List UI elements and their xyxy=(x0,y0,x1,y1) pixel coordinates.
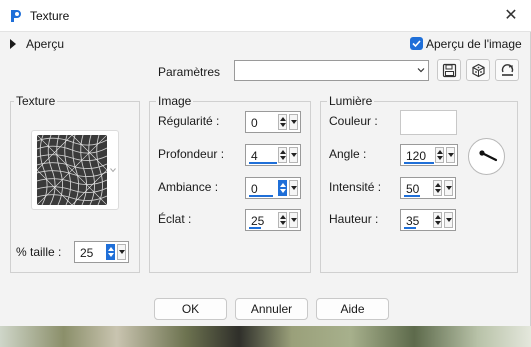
expand-triangle-icon[interactable] xyxy=(10,39,16,49)
height-spinner[interactable]: 35 xyxy=(400,209,456,231)
regularity-label: Régularité : xyxy=(158,114,220,128)
texture-thumbnail xyxy=(37,135,107,205)
value-indicator xyxy=(249,227,261,229)
preview-image-label[interactable]: Aperçu de l'image xyxy=(426,37,522,51)
texture-group-title: Texture xyxy=(14,94,58,108)
image-group-title: Image xyxy=(156,94,194,108)
intensity-label: Intensité : xyxy=(329,180,382,194)
depth-label: Profondeur : xyxy=(158,147,225,161)
shine-spinner[interactable]: 25 xyxy=(245,209,301,231)
depth-spinner[interactable]: 4 xyxy=(245,144,301,166)
chevron-down-icon xyxy=(417,68,425,73)
cube-icon xyxy=(472,63,485,78)
spin-arrows-icon[interactable] xyxy=(106,243,126,261)
window-title: Texture xyxy=(30,9,70,23)
angle-spinner[interactable]: 120 xyxy=(400,144,458,166)
save-preset-button[interactable] xyxy=(437,59,461,81)
size-value: 25 xyxy=(80,246,94,260)
check-icon xyxy=(412,40,421,48)
chevron-down-icon xyxy=(110,168,116,173)
params-dropdown[interactable] xyxy=(234,60,429,81)
value-indicator xyxy=(404,195,420,197)
preview-toggle-label[interactable]: Aperçu xyxy=(26,37,64,51)
title-bar: Texture ✕ xyxy=(0,0,531,32)
cancel-button[interactable]: Annuler xyxy=(235,298,308,320)
spin-arrows-icon[interactable] xyxy=(433,179,453,197)
spin-arrows-icon[interactable] xyxy=(278,113,298,131)
ambiance-label: Ambiance : xyxy=(158,180,219,194)
light-group-title: Lumière xyxy=(327,94,375,108)
intensity-value: 50 xyxy=(406,182,420,196)
value-indicator xyxy=(249,162,277,164)
params-label: Paramètres xyxy=(158,65,221,79)
height-value: 35 xyxy=(406,214,420,228)
regularity-value: 0 xyxy=(251,116,258,130)
reset-icon xyxy=(501,64,514,76)
reset-button[interactable] xyxy=(495,59,519,81)
texture-selector[interactable] xyxy=(31,130,119,210)
randomize-button[interactable] xyxy=(466,59,490,81)
depth-value: 4 xyxy=(251,149,258,163)
spin-arrows-icon[interactable] xyxy=(433,211,453,229)
close-icon[interactable]: ✕ xyxy=(497,4,525,28)
ok-button[interactable]: OK xyxy=(154,298,227,320)
background-image-strip xyxy=(0,325,531,347)
height-label: Hauteur : xyxy=(329,212,379,226)
texture-dialog: Texture ✕ Aperçu Aperçu de l'image Param… xyxy=(0,0,531,326)
regularity-spinner[interactable]: 0 xyxy=(245,111,301,133)
value-indicator xyxy=(249,195,273,197)
size-label: % taille : xyxy=(16,245,62,259)
shine-value: 25 xyxy=(251,214,265,228)
size-spinner[interactable]: 25 xyxy=(74,241,129,263)
value-indicator xyxy=(404,162,434,164)
angle-dial-needle-icon xyxy=(479,150,498,162)
color-label: Couleur : xyxy=(329,114,378,128)
preview-image-checkbox[interactable] xyxy=(410,37,423,50)
spin-arrows-icon[interactable] xyxy=(278,211,298,229)
angle-value: 120 xyxy=(406,149,427,163)
intensity-spinner[interactable]: 50 xyxy=(400,177,456,199)
help-button[interactable]: Aide xyxy=(316,298,389,320)
value-indicator xyxy=(404,227,416,229)
spin-arrows-icon[interactable] xyxy=(278,179,298,197)
shine-label: Éclat : xyxy=(158,212,192,226)
spin-arrows-icon[interactable] xyxy=(435,146,455,164)
color-swatch[interactable] xyxy=(400,110,457,135)
angle-dial[interactable] xyxy=(468,138,505,175)
ambiance-value: 0 xyxy=(251,182,258,196)
angle-label: Angle : xyxy=(329,147,367,161)
save-icon xyxy=(442,63,457,78)
ambiance-spinner[interactable]: 0 xyxy=(245,177,301,199)
spin-arrows-icon[interactable] xyxy=(278,146,298,164)
app-icon xyxy=(11,10,21,22)
